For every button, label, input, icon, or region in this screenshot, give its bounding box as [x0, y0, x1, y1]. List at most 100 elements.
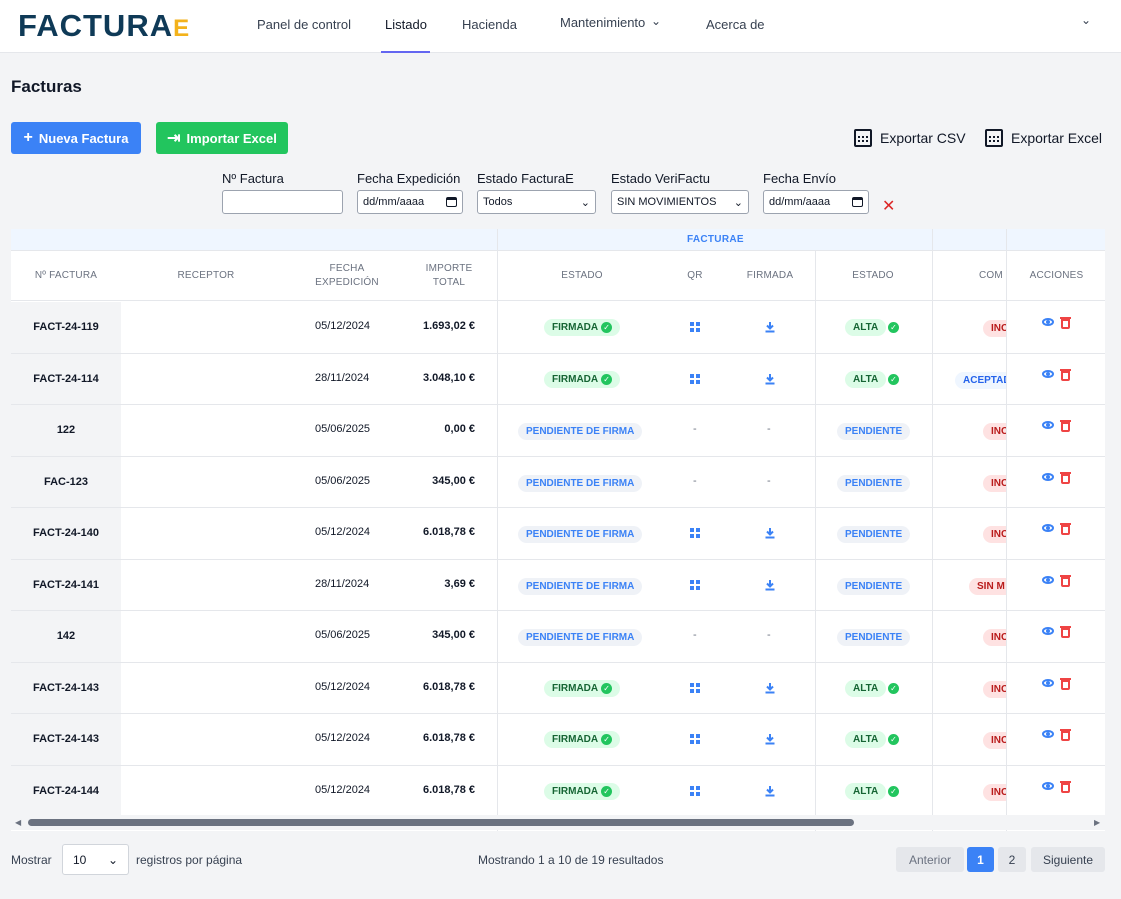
horizontal-scrollbar[interactable]: ◀ ▶	[11, 815, 1105, 830]
nav-hacienda[interactable]: Hacienda	[462, 17, 517, 32]
table-row[interactable]: FAC-123 05/06/2025 345,00 € PENDIENTE DE FI…	[11, 456, 1105, 508]
eye-icon[interactable]	[1042, 781, 1054, 790]
th-receptor[interactable]: RECEPTOR	[161, 269, 251, 283]
calendar-icon[interactable]	[446, 197, 457, 207]
table-row[interactable]: FACT-24-140 05/12/2024 6.018,78 € PENDIENTE…	[11, 508, 1105, 560]
trash-icon[interactable]	[1060, 471, 1071, 484]
pagination-next-button[interactable]: Siguiente	[1031, 847, 1105, 872]
table-row[interactable]: FACT-24-141 28/11/2024 3,69 € PENDIENTE DE …	[11, 559, 1105, 611]
trash-icon[interactable]	[1060, 677, 1071, 690]
download-icon[interactable]	[764, 527, 776, 539]
trash-icon[interactable]	[1060, 574, 1071, 587]
scroll-left-icon[interactable]: ◀	[15, 818, 21, 827]
th-com[interactable]: COM	[979, 269, 1009, 283]
qr-icon[interactable]	[690, 579, 700, 590]
th-qr[interactable]: QR	[675, 269, 715, 283]
trash-icon[interactable]	[1060, 523, 1071, 535]
qr-icon[interactable]	[690, 682, 700, 693]
th-estado-verifactu[interactable]: ESTADO	[833, 269, 913, 283]
table-row[interactable]: 142 05/06/2025 345,00 € PENDIENTE DE FIRMA -…	[11, 611, 1105, 663]
th-importe[interactable]: IMPORTE TOTAL	[409, 262, 489, 290]
trash-icon[interactable]	[1060, 317, 1071, 329]
chevron-down-icon[interactable]: ⌄	[651, 14, 661, 28]
download-icon[interactable]	[764, 373, 776, 385]
qr-icon[interactable]	[690, 785, 700, 796]
th-estado-facturae[interactable]: ESTADO	[542, 269, 622, 283]
th-num[interactable]: Nº FACTURA	[11, 269, 121, 283]
check-circle-icon: ✓	[601, 682, 613, 694]
clear-filters-close-icon[interactable]: ✕	[882, 196, 895, 216]
download-icon[interactable]	[764, 733, 776, 745]
eye-icon[interactable]	[1042, 421, 1054, 429]
download-icon[interactable]	[764, 785, 776, 797]
invoice-number-cell[interactable]: FACT-24-143	[11, 714, 121, 765]
filter-send-date-input[interactable]: dd/mm/aaaa	[763, 190, 869, 214]
scroll-right-icon[interactable]: ▶	[1094, 818, 1100, 827]
eye-icon[interactable]	[1042, 472, 1054, 481]
qr-icon[interactable]	[690, 734, 700, 744]
eye-icon[interactable]	[1042, 678, 1054, 687]
table-row[interactable]: FACT-24-119 05/12/2024 1.693,02 € FIRMADA ✓ A…	[11, 302, 1105, 354]
eye-icon[interactable]	[1042, 627, 1054, 635]
nav-panel-de-control[interactable]: Panel de control	[257, 17, 351, 32]
invoice-number-cell[interactable]: FACT-24-114	[11, 353, 121, 404]
th-firmada[interactable]: FIRMADA	[735, 269, 805, 283]
user-menu-chevron-down-icon[interactable]: ⌄	[1081, 13, 1091, 27]
download-icon[interactable]	[764, 579, 776, 591]
invoice-number-cell[interactable]: 142	[11, 611, 121, 662]
qr-icon[interactable]	[690, 528, 700, 538]
check-circle-icon: ✓	[601, 322, 613, 333]
qr-empty: -	[693, 423, 697, 435]
invoice-number-cell[interactable]: FACT-24-140	[11, 508, 121, 559]
pagination-prev-button[interactable]: Anterior	[896, 847, 964, 872]
eye-icon[interactable]	[1042, 575, 1054, 584]
download-icon[interactable]	[764, 682, 776, 694]
nav-listado[interactable]: Listado	[385, 17, 427, 32]
new-invoice-button[interactable]: + Nueva Factura	[11, 122, 141, 154]
issue-date-cell: 05/06/2025	[315, 423, 371, 435]
eye-icon[interactable]	[1042, 524, 1054, 532]
table-row[interactable]: 122 05/06/2025 0,00 € PENDIENTE DE FIRMA - - P…	[11, 405, 1105, 457]
import-excel-button[interactable]: ⇥ Importar Excel	[156, 122, 288, 154]
download-icon[interactable]	[764, 321, 776, 333]
table-row[interactable]: FACT-24-144 05/12/2024 6.018,78 € FIRMADA ✓ A…	[11, 765, 1105, 817]
table-row[interactable]: FACT-24-143 05/12/2024 6.018,78 € FIRMADA ✓ A…	[11, 714, 1105, 766]
export-csv-button[interactable]: Exportar CSV	[854, 129, 966, 147]
filter-facturae-select[interactable]: Todos ⌄	[477, 190, 596, 214]
th-fecha[interactable]: FECHA EXPEDICIÓN	[307, 262, 387, 290]
trash-icon[interactable]	[1060, 420, 1071, 432]
verifactu-status-badge: ALTA	[845, 319, 887, 336]
nav-acerca-de[interactable]: Acerca de	[706, 17, 765, 32]
qr-icon[interactable]	[690, 322, 700, 332]
facturae-status-badge: PENDIENTE DE FIRMA	[518, 577, 643, 595]
trash-icon[interactable]	[1060, 626, 1071, 638]
brand-logo[interactable]: FACTURAE	[18, 8, 190, 44]
filter-invoice-input[interactable]	[222, 190, 343, 214]
table-row[interactable]: FACT-24-143 05/12/2024 6.018,78 € FIRMADA ✓ A…	[11, 662, 1105, 714]
trash-icon[interactable]	[1060, 780, 1071, 793]
invoice-number-cell[interactable]: FACT-24-119	[11, 302, 121, 353]
invoice-number-cell[interactable]: 122	[11, 405, 121, 456]
issue-date-cell: 05/12/2024	[315, 526, 371, 538]
trash-icon[interactable]	[1060, 729, 1071, 741]
filter-date-input[interactable]: dd/mm/aaaa	[357, 190, 463, 214]
invoice-number-cell[interactable]: FAC-123	[11, 456, 121, 507]
scrollbar-thumb[interactable]	[28, 819, 854, 826]
pagination-page-2[interactable]: 2	[998, 847, 1026, 872]
invoice-number-cell[interactable]: FACT-24-141	[11, 559, 121, 610]
invoice-number-cell[interactable]: FACT-24-143	[11, 662, 121, 713]
eye-icon[interactable]	[1042, 369, 1054, 378]
invoice-number-cell[interactable]: FACT-24-144	[11, 765, 121, 816]
eye-icon[interactable]	[1042, 730, 1054, 738]
per-page-select[interactable]: 10 ⌄	[62, 844, 129, 875]
nav-mantenimiento[interactable]: Mantenimiento	[560, 15, 645, 30]
trash-icon[interactable]	[1060, 368, 1071, 381]
export-excel-button[interactable]: Exportar Excel	[985, 129, 1102, 147]
qr-icon[interactable]	[690, 373, 700, 384]
calendar-icon[interactable]	[852, 197, 863, 207]
eye-icon[interactable]	[1042, 318, 1054, 326]
table-row[interactable]: FACT-24-114 28/11/2024 3.048,10 € FIRMADA ✓ A…	[11, 353, 1105, 405]
pagination-page-1[interactable]: 1	[967, 847, 994, 872]
issue-date-cell: 05/12/2024	[315, 783, 371, 796]
filter-verifactu-select[interactable]: SIN MOVIMIENTOS ⌄	[611, 190, 749, 214]
